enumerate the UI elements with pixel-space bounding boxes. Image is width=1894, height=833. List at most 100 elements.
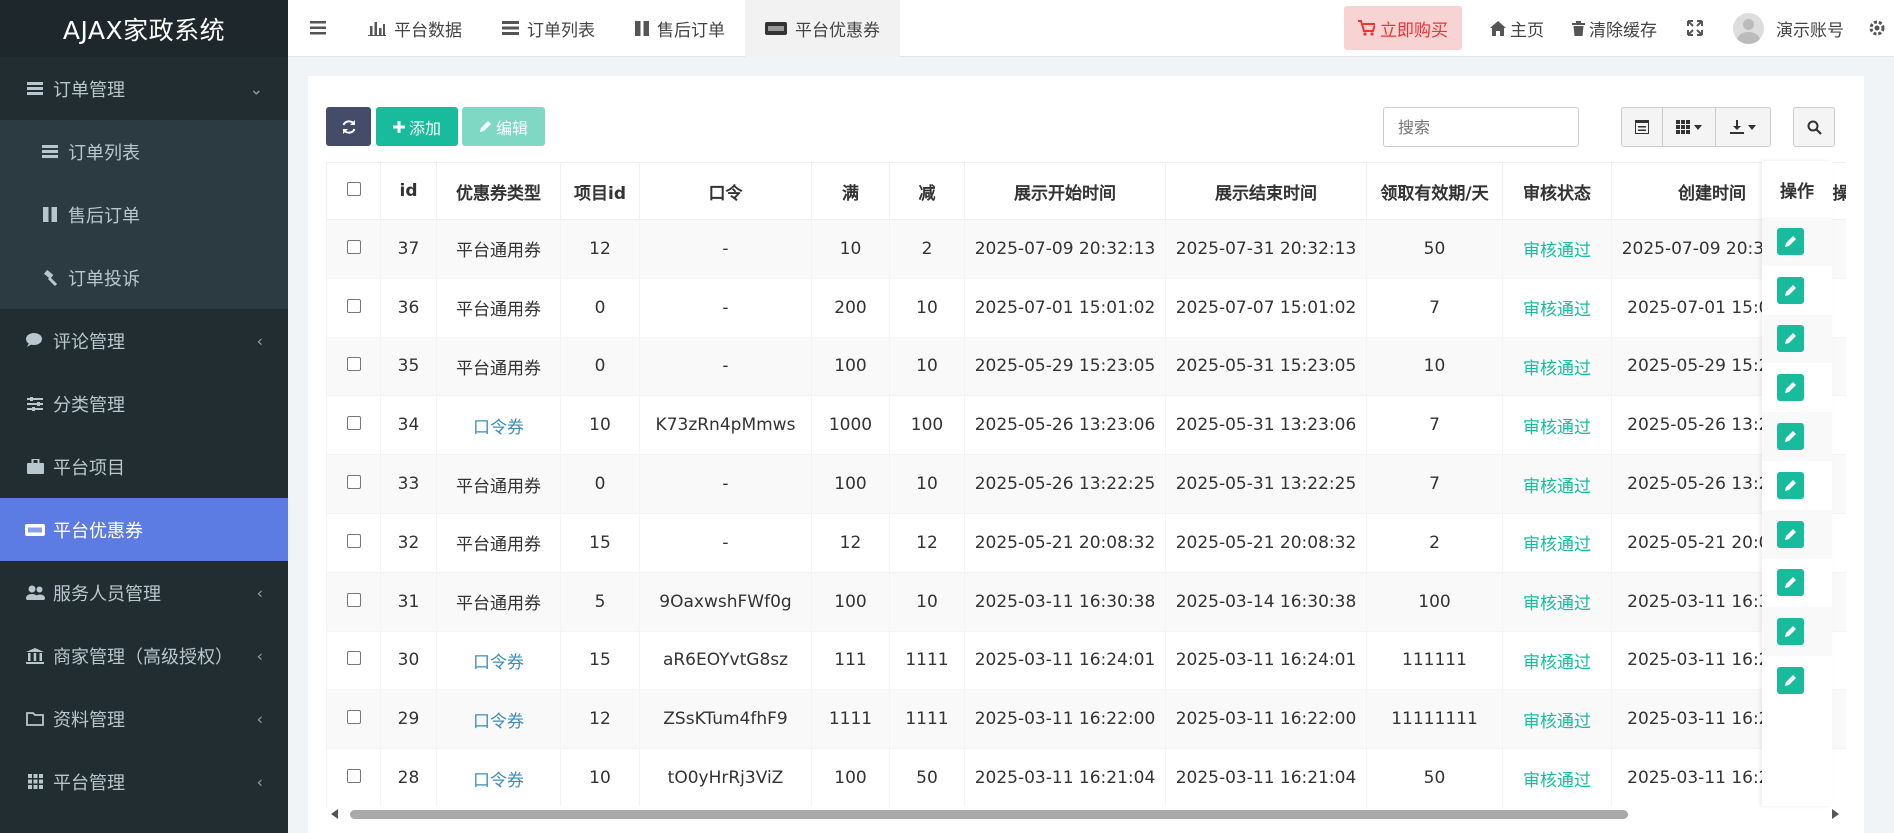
folder-icon bbox=[25, 709, 45, 729]
table-row[interactable]: 31 平台通用券 5 9OaxwshFWf0g 100 10 2025-03-11 16:3… bbox=[326, 571, 1846, 632]
pencil-icon bbox=[1785, 577, 1796, 589]
home-link[interactable]: 主页 bbox=[1476, 0, 1558, 57]
tab-order-list[interactable]: 订单列表 bbox=[482, 0, 615, 57]
sidebar-item-1[interactable]: 订单列表 bbox=[0, 120, 288, 183]
column-header[interactable]: 展示开始时间 bbox=[964, 162, 1166, 220]
sidebar-item-3[interactable]: 订单投诉 bbox=[0, 246, 288, 309]
toggle-view-button[interactable] bbox=[1621, 107, 1663, 147]
fullscreen-button[interactable] bbox=[1671, 0, 1719, 57]
column-header[interactable]: 领取有效期/天 bbox=[1366, 162, 1503, 220]
column-header[interactable]: id bbox=[380, 162, 437, 220]
add-button[interactable]: 添加 bbox=[376, 107, 458, 146]
edit-row-button[interactable] bbox=[1777, 618, 1804, 646]
table-cell[interactable]: 审核通过 bbox=[1502, 571, 1612, 632]
sidebar-item-5[interactable]: 分类管理 bbox=[0, 372, 288, 435]
edit-row-button[interactable] bbox=[1777, 227, 1804, 255]
table-cell[interactable]: 口令券 bbox=[436, 395, 561, 456]
scrollbar-thumb[interactable] bbox=[350, 810, 1628, 819]
table-row[interactable]: 36 平台通用券 0-200 10 2025-07-01 15:01:02 2025-07… bbox=[326, 277, 1846, 338]
table-cell: 12 bbox=[811, 512, 890, 573]
table-row[interactable]: 30 口令券 15 aR6EOYvtG8sz 111 1111 2025-03-11 16:… bbox=[326, 630, 1846, 691]
tab-after-sales[interactable]: 售后订单 bbox=[615, 0, 745, 57]
row-checkbox[interactable] bbox=[346, 475, 361, 490]
edit-row-button[interactable] bbox=[1777, 471, 1804, 499]
sidebar-item-9[interactable]: 商家管理（高级授权） ‹ bbox=[0, 624, 288, 687]
table-cell[interactable]: 审核通过 bbox=[1502, 277, 1612, 338]
tab-platform-coupons[interactable]: 平台优惠券 bbox=[745, 0, 900, 57]
chevron-left-icon: ‹ bbox=[256, 772, 263, 791]
refresh-button[interactable] bbox=[326, 107, 371, 146]
sidebar-item-11[interactable]: 平台管理 ‹ bbox=[0, 750, 288, 813]
column-header[interactable]: 口令 bbox=[639, 162, 812, 220]
table-cell[interactable]: 审核通过 bbox=[1502, 512, 1612, 573]
table-cell[interactable]: 口令券 bbox=[436, 689, 561, 750]
clear-cache-button[interactable]: 清除缓存 bbox=[1558, 0, 1671, 57]
row-checkbox[interactable] bbox=[346, 651, 361, 666]
table-cell[interactable]: 审核通过 bbox=[1502, 336, 1612, 397]
sidebar-item-8[interactable]: 服务人员管理 ‹ bbox=[0, 561, 288, 624]
settings-button[interactable] bbox=[1858, 0, 1894, 57]
row-checkbox[interactable] bbox=[346, 298, 361, 313]
column-header[interactable]: 满 bbox=[811, 162, 890, 220]
row-checkbox[interactable] bbox=[346, 533, 361, 548]
row-checkbox[interactable] bbox=[346, 769, 361, 784]
edit-row-button[interactable] bbox=[1777, 423, 1804, 451]
user-account-menu[interactable]: 演示账号 bbox=[1719, 0, 1858, 57]
table-cell[interactable]: 审核通过 bbox=[1502, 454, 1612, 514]
table-cell[interactable]: 口令券 bbox=[436, 630, 561, 691]
table-cell[interactable]: 审核通过 bbox=[1502, 748, 1612, 806]
row-checkbox[interactable] bbox=[346, 239, 361, 254]
table-row[interactable]: 33 平台通用券 0-100 10 2025-05-26 13:22:25 2025-05… bbox=[326, 454, 1846, 514]
table-cell: 7 bbox=[1366, 277, 1503, 338]
table-row[interactable]: 28 口令券 10 tO0yHrRj3ViZ 100 50 2025-03-11 16:21… bbox=[326, 748, 1846, 806]
row-checkbox[interactable] bbox=[346, 357, 361, 372]
app-logo[interactable]: AJAX家政系统 bbox=[0, 0, 288, 57]
columns-toggle-button[interactable] bbox=[1662, 107, 1716, 147]
scroll-left-arrow-icon[interactable] bbox=[330, 809, 338, 819]
edit-row-button[interactable] bbox=[1777, 276, 1804, 304]
sidebar-item-2[interactable]: 售后订单 bbox=[0, 183, 288, 246]
edit-row-button[interactable] bbox=[1777, 520, 1804, 548]
table-cell[interactable]: 口令券 bbox=[436, 748, 561, 806]
horizontal-scrollbar[interactable] bbox=[330, 808, 1840, 820]
buy-now-button[interactable]: 立即购买 bbox=[1344, 6, 1462, 50]
table-row[interactable]: 32 平台通用券 15-12 12 2025-05-21 20:08:32 2025-05… bbox=[326, 512, 1846, 573]
column-header[interactable]: 审核状态 bbox=[1502, 162, 1612, 220]
sidebar-item-7[interactable]: 平台优惠券 bbox=[0, 498, 288, 561]
column-header[interactable]: 减 bbox=[889, 162, 965, 220]
table-row[interactable]: 34 口令券 10 K73zRn4pMmws 1000 100 2025-05-26 13:… bbox=[326, 395, 1846, 456]
sidebar-item-6[interactable]: 平台项目 bbox=[0, 435, 288, 498]
edit-row-button[interactable] bbox=[1777, 325, 1804, 353]
edit-row-button[interactable] bbox=[1777, 667, 1804, 695]
table-cell[interactable]: 审核通过 bbox=[1502, 219, 1612, 279]
tab-platform-data[interactable]: 平台数据 bbox=[348, 0, 482, 57]
row-checkbox[interactable] bbox=[346, 592, 361, 607]
export-button[interactable] bbox=[1715, 107, 1771, 147]
row-checkbox[interactable] bbox=[346, 416, 361, 431]
table-row[interactable]: 29 口令券 12 ZSsKTum4fhF9 1111 1111 2025-03-11 16… bbox=[326, 689, 1846, 750]
ticket-icon bbox=[765, 21, 787, 35]
sidebar-toggle-button[interactable] bbox=[288, 0, 348, 57]
sidebar-item-4[interactable]: 评论管理 ‹ bbox=[0, 309, 288, 372]
select-all-checkbox[interactable] bbox=[346, 182, 361, 196]
edit-row-button[interactable] bbox=[1777, 374, 1804, 402]
table-cell[interactable]: 审核通过 bbox=[1502, 395, 1612, 456]
sidebar-item-10[interactable]: 资料管理 ‹ bbox=[0, 687, 288, 750]
table-row[interactable]: 37 平台通用券 12-10 2 2025-07-09 20:32:13 2025-07-… bbox=[326, 219, 1846, 279]
edit-button[interactable]: 编辑 bbox=[462, 107, 545, 146]
search-input[interactable] bbox=[1383, 107, 1579, 147]
column-header[interactable]: 展示结束时间 bbox=[1165, 162, 1367, 220]
edit-row-button[interactable] bbox=[1777, 569, 1804, 597]
table-cell[interactable]: 审核通过 bbox=[1502, 630, 1612, 691]
scroll-right-arrow-icon[interactable] bbox=[1832, 809, 1840, 819]
table-cell: 15 bbox=[560, 630, 640, 691]
sidebar-item-0[interactable]: 订单管理 ⌄ bbox=[0, 57, 288, 120]
row-checkbox[interactable] bbox=[346, 710, 361, 725]
table-row[interactable]: 35 平台通用券 0-100 10 2025-05-29 15:23:05 2025-05… bbox=[326, 336, 1846, 397]
column-header[interactable]: 优惠券类型 bbox=[436, 162, 561, 220]
search-button[interactable] bbox=[1793, 107, 1835, 147]
row-checkbox-cell bbox=[326, 395, 381, 456]
table-cell: 100 bbox=[811, 571, 890, 632]
table-cell[interactable]: 审核通过 bbox=[1502, 689, 1612, 750]
column-header[interactable]: 项目id bbox=[560, 162, 640, 220]
